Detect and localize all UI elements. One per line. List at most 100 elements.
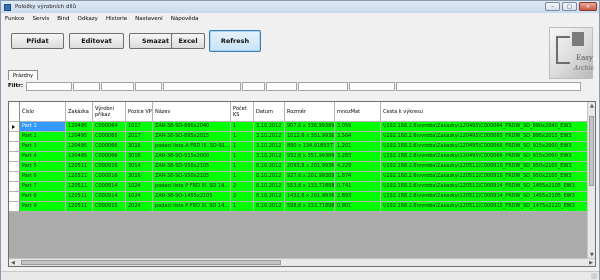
cell-vyrobni-prikaz[interactable]: C000064 (93, 122, 126, 132)
cell-vyrobni-prikaz[interactable]: C000914 (93, 192, 126, 202)
column-header-pozice-vp[interactable]: Pozice VP (126, 102, 153, 122)
column-header-zakazka[interactable]: Zakázka (66, 102, 93, 122)
data-grid[interactable]: Číslo Zakázka Výrobní příkaz Pozice VP N… (8, 101, 596, 267)
filter-field-rozmer[interactable] (298, 81, 348, 91)
cell-nazev[interactable]: ZAR-38-SO-1455x2105 (153, 192, 231, 202)
cell-cislo[interactable]: Part 1 (20, 122, 66, 132)
cell-datum[interactable]: 8.10.2012 (254, 202, 285, 212)
cell-mnozmat[interactable]: 2,893 (335, 192, 381, 202)
cell-cislo[interactable]: Part 3 (20, 142, 66, 152)
cell-nazev[interactable]: padaci lista P FRD III. SO 14... (153, 202, 231, 212)
cell-pocet-ks[interactable]: 1 (231, 132, 254, 142)
filter-field-datum[interactable] (266, 81, 297, 91)
horizontal-scrollbar[interactable]: ◀ ▶ (9, 258, 595, 266)
cell-cislo[interactable]: Part 7 (20, 182, 66, 192)
table-row[interactable]: Part 9 120511 C000915 2024 padaci lista P FR… (9, 202, 589, 212)
table-row[interactable]: Part 5 120511 C000916 3014 ZAR-38-SO-950x210… (9, 162, 589, 172)
close-button[interactable]: ✕ (579, 2, 597, 11)
column-header-cislo[interactable]: Číslo (20, 102, 66, 122)
cell-pozice-vp[interactable]: 3016 (126, 152, 153, 162)
minimize-button[interactable]: – (545, 2, 560, 11)
cell-cesta[interactable]: \\192.168.2.6\vyroba\Zakazky\120495\C000… (381, 122, 589, 132)
table-row[interactable]: Part 7 120511 C000914 1024 padaci lista P FR… (9, 182, 589, 192)
cell-pozice-vp[interactable]: 3016 (126, 172, 153, 182)
cell-datum[interactable]: 8.10.2012 (254, 162, 285, 172)
edit-button[interactable]: Editovat (69, 33, 124, 49)
cell-datum[interactable]: 8.10.2012 (254, 172, 285, 182)
cell-mnozmat[interactable]: 3,283 (335, 152, 381, 162)
vertical-scroll-thumb[interactable] (589, 116, 594, 186)
cell-pocet-ks[interactable]: 1 (231, 142, 254, 152)
cell-pocet-ks[interactable]: 1 (231, 172, 254, 182)
row-header[interactable] (9, 162, 20, 172)
cell-vyrobni-prikaz[interactable]: C000916 (93, 172, 126, 182)
filter-field-mnozmat[interactable] (349, 81, 395, 91)
cell-zakazka[interactable]: 120511 (66, 172, 93, 182)
cell-pocet-ks[interactable]: 1 (231, 162, 254, 172)
cell-pocet-ks[interactable]: 1 (231, 202, 254, 212)
cell-cesta[interactable]: \\192.168.2.6\vyroba\Zakazky\120511\C000… (381, 202, 589, 212)
scroll-right-icon[interactable]: ▶ (589, 260, 593, 266)
horizontal-scroll-thumb[interactable] (21, 260, 281, 265)
row-header[interactable] (9, 182, 20, 192)
cell-pozice-vp[interactable]: 3014 (126, 162, 153, 172)
cell-mnozmat[interactable]: 1,874 (335, 172, 381, 182)
cell-vyrobni-prikaz[interactable]: C000916 (93, 162, 126, 172)
menu-napoveda[interactable]: Nápověda (167, 14, 203, 24)
cell-zakazka[interactable]: 120511 (66, 162, 93, 172)
cell-datum[interactable]: 8.10.2012 (254, 192, 285, 202)
scroll-left-icon[interactable]: ◀ (11, 260, 15, 266)
cell-pozice-vp[interactable]: 3016 (126, 142, 153, 152)
filter-field-cislo[interactable] (26, 81, 72, 91)
cell-zakazka[interactable]: 120511 (66, 182, 93, 192)
cell-mnozmat[interactable]: 0,741 (335, 182, 381, 192)
cell-pozice-vp[interactable]: 1024 (126, 192, 153, 202)
cell-pocet-ks[interactable]: 2 (231, 192, 254, 202)
row-header[interactable] (9, 132, 20, 142)
add-button[interactable]: Přidat (11, 33, 64, 49)
row-header[interactable] (9, 202, 20, 212)
cell-cesta[interactable]: \\192.168.2.6\vyroba\Zakazky\120511\C000… (381, 162, 589, 172)
cell-rozmer[interactable]: 1432,6 x 201,9936... (285, 192, 335, 202)
cell-rozmer[interactable]: 598,8 x 133,718983... (285, 202, 335, 212)
cell-nazev[interactable]: padaci lista P FRD III. SO 14... (153, 182, 231, 192)
cell-datum[interactable]: 3.10.2012 (254, 142, 285, 152)
filter-field-pocet[interactable] (242, 81, 265, 91)
cell-zakazka[interactable]: 120511 (66, 192, 93, 202)
cell-rozmer[interactable]: 890 x 134,9189373 (285, 142, 335, 152)
row-header[interactable] (9, 152, 20, 162)
filter-field-zakazka[interactable] (73, 81, 100, 91)
cell-mnozmat[interactable]: 3,564 (335, 132, 381, 142)
cell-pocet-ks[interactable]: 1 (231, 152, 254, 162)
cell-datum[interactable]: 3.10.2012 (254, 152, 285, 162)
row-header[interactable] (9, 142, 20, 152)
cell-pocet-ks[interactable]: 2 (231, 182, 254, 192)
cell-cislo[interactable]: Part 6 (20, 172, 66, 182)
cell-rozmer[interactable]: 907,6 x 336,993893 (285, 122, 335, 132)
maximize-button[interactable]: □ (562, 2, 577, 11)
cell-zakazka[interactable]: 120495 (66, 132, 93, 142)
cell-cislo[interactable]: Part 2 (20, 132, 66, 142)
cell-rozmer[interactable]: 1012,6 x 351,9936... (285, 132, 335, 142)
cell-cesta[interactable]: \\192.168.2.6\vyroba\Zakazky\120495\C000… (381, 152, 589, 162)
cell-mnozmat[interactable]: 3,059 (335, 122, 381, 132)
cell-nazev[interactable]: ZAR-38-SO-950x2105 (153, 172, 231, 182)
cell-datum[interactable]: 3.10.2012 (254, 132, 285, 142)
column-header-pocet-ks[interactable]: Počet KS (231, 102, 254, 122)
table-row[interactable]: Part 8 120511 C000914 1024 ZAR-38-SO-1455x21… (9, 192, 589, 202)
menu-nastaveni[interactable]: Nastavení (131, 14, 167, 24)
filter-field-pozice[interactable] (135, 81, 162, 91)
cell-vyrobni-prikaz[interactable]: C000066 (93, 152, 126, 162)
cell-pozice-vp[interactable]: 2017 (126, 132, 153, 142)
cell-cesta[interactable]: \\192.168.2.6\vyroba\Zakazky\120511\C000… (381, 192, 589, 202)
column-header-nazev[interactable]: Název (153, 102, 231, 122)
cell-nazev[interactable]: padaci lista A FRD III. SO-91... (153, 142, 231, 152)
scroll-up-icon[interactable]: ▲ (590, 103, 594, 109)
cell-nazev[interactable]: ZAR-38-SO-950x2105 (153, 162, 231, 172)
table-row[interactable]: Part 3 120495 C000066 3016 padaci lista A FR… (9, 142, 589, 152)
filter-field-nazev[interactable] (163, 81, 241, 91)
cell-vyrobni-prikaz[interactable]: C000914 (93, 182, 126, 192)
cell-cesta[interactable]: \\192.168.2.6\vyroba\Zakazky\120495\C000… (381, 142, 589, 152)
row-header[interactable] (9, 172, 20, 182)
cell-cislo[interactable]: Part 5 (20, 162, 66, 172)
